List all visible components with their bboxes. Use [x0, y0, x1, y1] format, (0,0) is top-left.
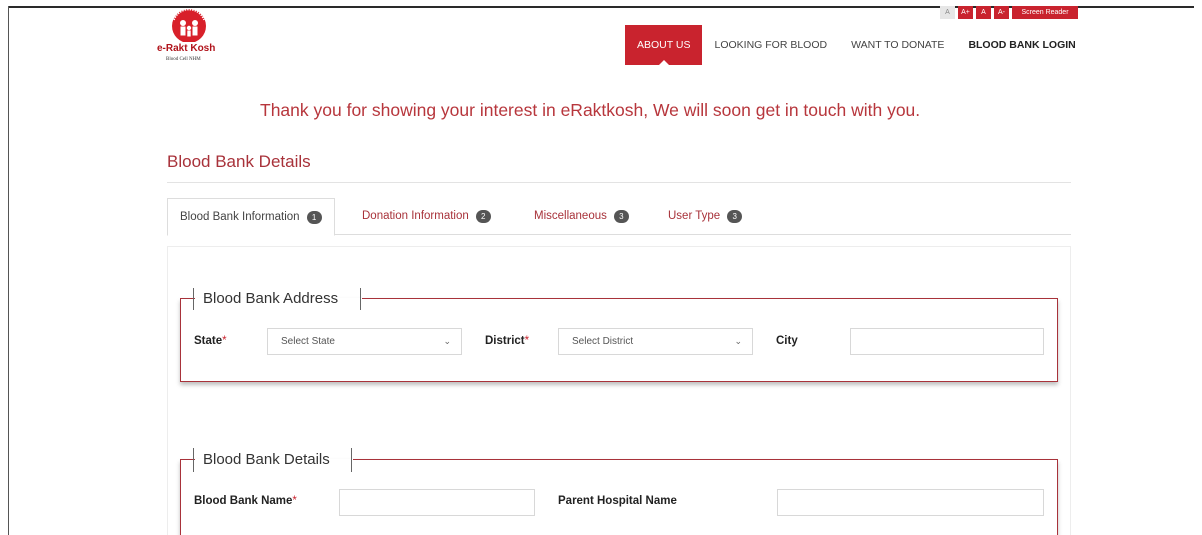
legend-bracket-left [193, 448, 194, 472]
nav-want-to-donate[interactable]: WANT TO DONATE [839, 25, 956, 65]
blood-bank-name-input[interactable] [339, 489, 535, 516]
tab-label: Miscellaneous [534, 210, 607, 222]
legend-bracket-right [351, 448, 352, 472]
legend-bracket-left [193, 288, 194, 310]
parent-hospital-label: Parent Hospital Name [558, 495, 677, 507]
tab-badge: 3 [613, 210, 629, 223]
font-decrease-button[interactable]: A- [994, 6, 1009, 19]
form-tabs: Blood Bank Information 1 Donation Inform… [167, 198, 1071, 236]
district-select-value: Select District [572, 336, 634, 347]
tab-blood-bank-information[interactable]: Blood Bank Information 1 [167, 198, 335, 236]
blood-bank-name-label: Blood Bank Name* [194, 495, 297, 507]
accessibility-toolbar: A A+ A A- Screen Reader [940, 6, 1078, 19]
tab-donation-information[interactable]: Donation Information 2 [362, 198, 491, 235]
legend-bracket-right [360, 288, 361, 310]
fieldset-border [353, 459, 1057, 460]
chevron-down-icon: ⌄ [734, 336, 742, 346]
nav-blood-bank-login[interactable]: BLOOD BANK LOGIN [956, 25, 1087, 65]
window-left-border [8, 6, 9, 535]
screen-reader-button[interactable]: Screen Reader [1012, 6, 1078, 19]
parent-hospital-input[interactable] [777, 489, 1044, 516]
state-select[interactable]: Select State ⌄ [267, 328, 462, 355]
logo-subtitle: Blood Cell NHM [166, 57, 201, 62]
thank-you-message: Thank you for showing your interest in e… [260, 100, 921, 120]
erakt-kosh-logo-icon [172, 8, 206, 42]
main-nav: ABOUT US LOOKING FOR BLOOD WANT TO DONAT… [625, 25, 1088, 66]
font-reset-button[interactable]: A [940, 6, 955, 19]
chevron-down-icon: ⌄ [443, 336, 451, 346]
district-select[interactable]: Select District ⌄ [558, 328, 753, 355]
tab-badge: 1 [306, 210, 322, 224]
tab-label: Donation Information [362, 210, 469, 222]
address-legend: Blood Bank Address [203, 290, 339, 307]
title-divider [167, 182, 1071, 183]
fieldset-border [362, 298, 1057, 299]
nav-looking-for-blood[interactable]: LOOKING FOR BLOOD [702, 25, 839, 65]
tab-miscellaneous[interactable]: Miscellaneous 3 [534, 198, 629, 235]
city-input[interactable] [850, 328, 1044, 355]
state-label: State* [194, 335, 227, 347]
tab-label: User Type [668, 210, 721, 222]
state-select-value: Select State [281, 336, 335, 347]
tab-user-type[interactable]: User Type 3 [668, 198, 743, 235]
district-label: District* [485, 335, 530, 347]
nav-about-us[interactable]: ABOUT US [625, 25, 703, 66]
site-logo[interactable]: e-Rakt Kosh Blood Cell NHM [157, 6, 229, 66]
tab-badge: 2 [475, 210, 491, 223]
tab-label: Blood Bank Information [180, 210, 300, 223]
page-title: Blood Bank Details [167, 152, 311, 171]
tab-badge: 3 [727, 210, 743, 223]
city-label: City [776, 335, 798, 347]
font-increase-button[interactable]: A+ [958, 6, 973, 19]
logo-name: e-Rakt Kosh [157, 43, 216, 54]
details-legend: Blood Bank Details [203, 451, 330, 468]
font-normal-button[interactable]: A [976, 6, 991, 19]
